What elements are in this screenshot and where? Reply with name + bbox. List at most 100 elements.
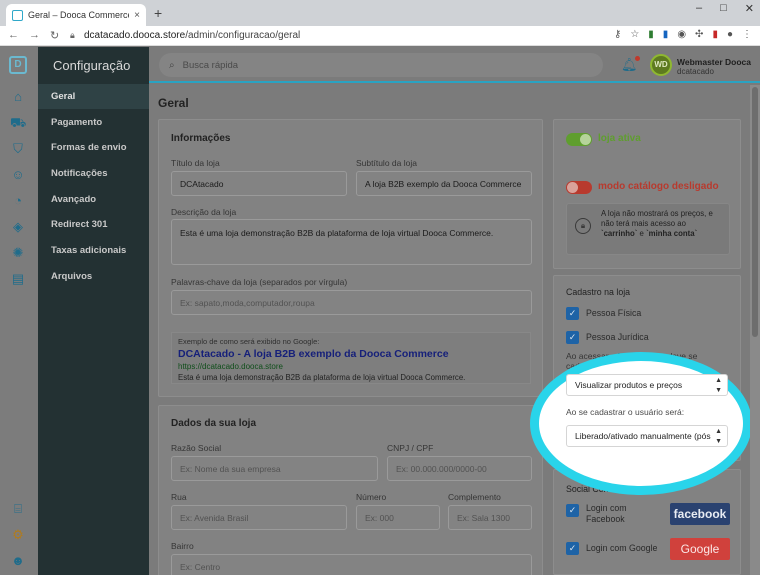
search-input[interactable] [182,59,563,71]
store-data-heading: Dados da sua loja [171,418,257,429]
cart-icon[interactable]: ⛟ [10,115,26,131]
url-text[interactable]: dcatacado.dooca.store/admin/configuracao… [84,30,300,41]
store-icon[interactable]: ⌸ [10,501,26,517]
street-input[interactable] [171,505,347,530]
info-heading: Informações [171,133,231,144]
home-icon[interactable]: ⌂ [10,89,26,105]
extension-red-icon[interactable]: ▮ [712,29,718,40]
new-tab-button[interactable]: + [154,5,162,21]
menu-icon[interactable]: ⋮ [742,29,752,40]
user-name[interactable]: Webmaster Dooca [677,57,751,67]
preview-description: Esta é uma loja demonstração B2B da plat… [178,373,466,382]
nav-buttons: ← → ↻ [8,29,59,42]
admin-topbar: ⌕ 🔔︎ WD Webmaster Dooca dcatacado [149,47,760,83]
catalog-info-text-1: A loja não mostrará os preços, e não ter… [601,209,713,228]
forward-icon[interactable]: → [29,29,40,42]
palette-icon[interactable]: ✺ [10,245,26,261]
lock-icon[interactable]: 🔒︎ [70,30,75,41]
company-input[interactable] [171,456,378,481]
profile-icon[interactable]: ● [727,29,733,40]
dooca-logo-icon[interactable]: D [9,56,27,74]
toggle-knob [580,134,591,145]
catalog-info-account: `minha conta` [646,229,698,238]
store-title-input[interactable] [171,171,347,196]
sidebar-item-avancado[interactable]: Avançado [38,187,149,212]
info-card: Informações Título da loja Subtítulo da … [158,119,543,397]
signup-select[interactable]: Liberado/ativado manualmente (pós ▲ ▼ [566,425,728,447]
window-controls: – □ ✕ [696,2,754,15]
star-icon[interactable]: ☆ [630,29,639,40]
chart-icon[interactable]: ◔ [10,193,26,209]
access-select[interactable]: Visualizar produtos e preços ▲ ▼ [566,374,728,396]
favicon-icon [12,9,23,21]
icon-rail: D ⌂ ⛟ ⛉ ☺ ◔ ◈ ✺ ▤ ⌸ ⚙ ☻ [0,47,38,575]
store-subtitle-input[interactable] [356,171,532,196]
document-icon[interactable]: ▤ [10,271,26,287]
store-active-label: loja ativa [598,133,641,144]
catalog-info: 🔒︎ A loja não mostrará os preços, e não … [566,203,730,255]
district-input[interactable] [171,554,532,575]
google-button[interactable]: Google [670,538,730,560]
puzzle-icon[interactable]: ✣ [695,29,703,40]
keywords-input[interactable] [171,290,532,315]
avatar[interactable]: WD [650,54,672,76]
address-bar: ← → ↻ 🔒︎ dcatacado.dooca.store/admin/con… [0,26,760,46]
sidebar-item-notificacoes[interactable]: Notificações [38,161,149,186]
sidebar-item-geral[interactable]: Geral [38,84,149,109]
tab-title: Geral – Dooca Commerce [28,10,130,20]
browser-tab[interactable]: Geral – Dooca Commerce × [6,4,146,26]
search-icon: ⌕ [169,59,175,71]
catalog-info-text-2: e [637,229,647,238]
facebook-login-checkbox[interactable]: ✓ [566,504,579,517]
google-login-checkbox[interactable]: ✓ [566,542,579,555]
notification-bell-icon[interactable]: 🔔︎ [621,56,640,73]
cnpj-input[interactable] [387,456,532,481]
sidebar-item-formas-de-envio[interactable]: Formas de envio [38,135,149,160]
access-select-value: Visualizar produtos e preços [575,380,683,390]
back-icon[interactable]: ← [8,29,19,42]
maximize-button[interactable]: □ [720,2,727,15]
catalog-mode-toggle[interactable] [566,181,592,194]
complement-input[interactable] [448,505,532,530]
select-arrows-icon: ▲ ▼ [715,377,722,394]
signup-select-value: Liberado/ativado manualmente (pós [575,431,711,441]
tab-close-icon[interactable]: × [134,10,140,21]
pessoa-juridica-checkbox[interactable]: ✓ [566,331,579,344]
pessoa-juridica-label: Pessoa Jurídica [586,332,649,342]
extension-icons: ⚷ ☆ ▮ ▮ ◉ ✣ ▮ ● ⋮ [614,29,752,40]
store-active-toggle[interactable] [566,133,592,146]
user-store: dcatacado [677,67,714,76]
tag-icon[interactable]: ◈ [10,219,26,235]
number-label: Número [356,492,387,502]
google-preview: Exemplo de como será exibido no Google: … [171,332,531,384]
sidebar-item-taxas-adicionais[interactable]: Taxas adicionais [38,238,149,263]
sidebar-item-redirect-301[interactable]: Redirect 301 [38,212,149,237]
number-input[interactable] [356,505,440,530]
close-window-button[interactable]: ✕ [745,2,754,15]
catalog-info-cart: `carrinho` [601,229,638,238]
extension-blue-icon[interactable]: ▮ [663,29,669,40]
reload-icon[interactable]: ↻ [50,29,59,42]
url-path: /admin/configuracao/geral [185,30,301,41]
pessoa-fisica-checkbox[interactable]: ✓ [566,307,579,320]
url-host: dcatacado.dooca.store [84,30,186,41]
scrollbar-thumb[interactable] [752,87,758,337]
gear-icon[interactable]: ⚙ [10,527,26,543]
minimize-button[interactable]: – [696,2,702,15]
facebook-button[interactable]: facebook [670,503,730,525]
key-icon[interactable]: ⚷ [614,29,621,40]
store-subtitle-label: Subtítulo da loja [356,158,417,168]
shirt-icon[interactable]: ⛉ [10,141,26,157]
camera-icon[interactable]: ◉ [677,29,686,40]
facebook-login-label: Login com Facebook [586,503,627,524]
sidebar-item-pagamento[interactable]: Pagamento [38,110,149,135]
settings-sidebar: Configuração Geral Pagamento Formas de e… [38,47,149,575]
scrollbar[interactable] [750,85,760,575]
cnpj-label: CNPJ / CPF [387,443,434,453]
sidebar-item-arquivos[interactable]: Arquivos [38,264,149,289]
users-icon[interactable]: ☺ [10,167,26,183]
description-textarea[interactable]: Esta é uma loja demonstração B2B da plat… [171,219,532,265]
extension-green-icon[interactable]: ▮ [648,29,654,40]
account-icon[interactable]: ☻ [10,553,26,569]
google-login-label: Login com Google [586,543,658,553]
